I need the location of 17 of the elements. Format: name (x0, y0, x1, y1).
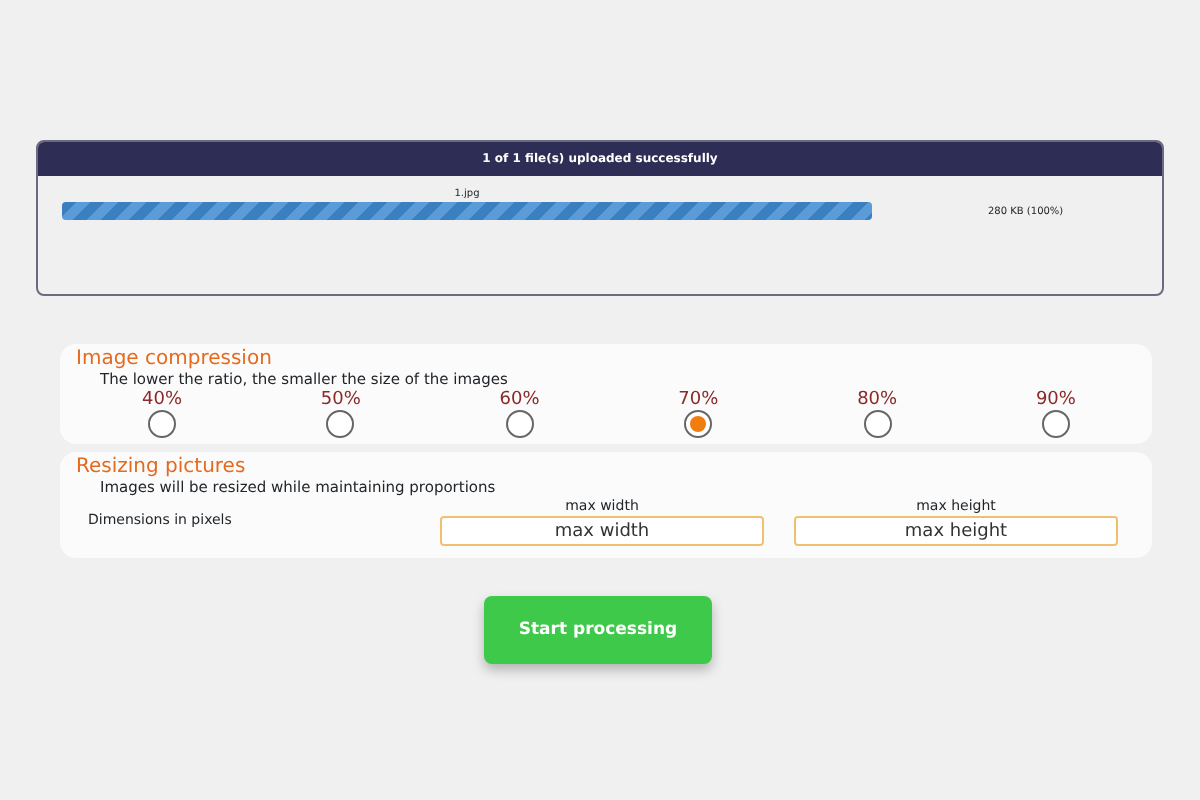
start-button[interactable]: Start processing (484, 596, 712, 664)
input-field[interactable]: max width (440, 516, 764, 546)
ratio-label: 70% (678, 390, 719, 410)
radio-button[interactable] (863, 410, 892, 438)
ratio-label: 60% (499, 390, 540, 410)
ratio-label: 90% (1035, 390, 1076, 410)
radio-button[interactable] (1041, 410, 1070, 438)
ratio-label: 40% (142, 390, 183, 410)
ratio-label: 80% (857, 390, 898, 410)
ratio-label: 50% (320, 390, 361, 410)
input-field[interactable]: max height (794, 516, 1118, 546)
radio-button[interactable] (326, 410, 355, 438)
radio-button[interactable] (148, 410, 176, 438)
section-title: Resizing pictures (76, 456, 246, 478)
section-title: Image compression (76, 348, 272, 370)
radio-button[interactable] (684, 410, 713, 438)
radio-button[interactable] (505, 410, 534, 438)
